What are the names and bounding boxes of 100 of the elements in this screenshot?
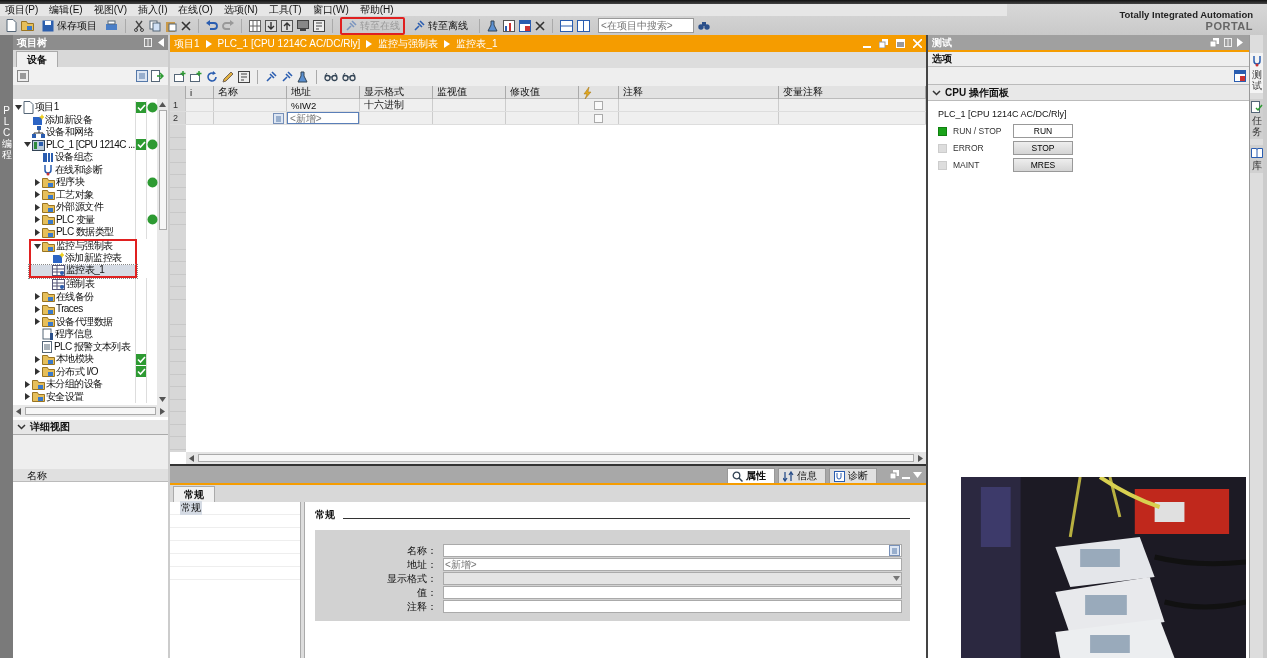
pencil-icon[interactable] (222, 71, 234, 83)
chart-icon[interactable] (503, 19, 515, 32)
tree-item[interactable]: 未分组的设备 (13, 378, 157, 391)
vertical-split-icon[interactable] (577, 19, 590, 32)
toolbar-button[interactable]: 保存项目 (38, 16, 101, 35)
tree-item[interactable]: PLC 报警文本列表 (13, 340, 157, 353)
copy-icon[interactable] (149, 19, 161, 32)
input-field[interactable] (443, 586, 902, 599)
menu-item[interactable]: 视图(V) (93, 4, 128, 16)
binoculars-icon[interactable] (698, 20, 710, 31)
window-icon[interactable] (519, 19, 531, 32)
tree-item[interactable]: Traces (13, 303, 157, 316)
table-cell[interactable]: 十六进制 (360, 99, 433, 111)
section-header[interactable]: CPU 操作面板 (928, 85, 1249, 101)
menu-item[interactable]: 项目(P) (5, 4, 39, 16)
menu-item[interactable]: 选项(N) (223, 4, 258, 16)
flask-icon[interactable] (297, 71, 309, 83)
table-view-icon[interactable] (136, 70, 148, 82)
add-row-icon[interactable] (190, 71, 202, 83)
down-arrow-icon[interactable] (159, 397, 166, 402)
input-field[interactable] (443, 600, 902, 613)
grid-icon[interactable] (249, 19, 261, 32)
search-field[interactable]: <在项目中搜索> (598, 18, 694, 33)
tab[interactable]: 诊断 (829, 468, 877, 483)
vertical-scrollbar[interactable] (157, 99, 168, 405)
card-icon[interactable] (313, 19, 325, 32)
tree-item[interactable]: PLC 数据类型 (13, 226, 157, 239)
glasses-icon[interactable] (342, 72, 356, 82)
horizontal-scrollbar[interactable] (13, 405, 168, 417)
tree-item[interactable]: 安全设置 (13, 390, 157, 403)
menu-item[interactable]: 窗口(W) (312, 4, 349, 16)
checkbox[interactable] (594, 113, 603, 123)
table-cell[interactable]: %IW2 (287, 99, 360, 111)
expanded-arrow-icon[interactable] (15, 103, 22, 111)
card-icon[interactable] (238, 71, 250, 83)
tree-item[interactable]: 程序信息 (13, 328, 157, 341)
side-tab[interactable]: PLC 编程 (0, 35, 13, 658)
list-icon[interactable] (889, 545, 900, 556)
download-icon[interactable] (265, 19, 277, 32)
tree-item[interactable]: 监控表_1 (29, 264, 137, 278)
tab[interactable]: 信息 (778, 468, 826, 483)
menu-item[interactable]: 在线(O) (178, 4, 213, 16)
left-arrow-icon[interactable] (189, 454, 194, 462)
document-icon[interactable] (6, 19, 17, 32)
tree-item[interactable]: 程序块 (13, 176, 157, 189)
input-field[interactable] (443, 544, 902, 557)
mode-button[interactable]: STOP (1013, 141, 1073, 155)
chevron-down-icon[interactable] (17, 424, 26, 430)
restore-icon[interactable] (890, 470, 899, 479)
tree-item[interactable]: 本地模块 (13, 353, 157, 366)
upload-icon[interactable] (281, 19, 293, 32)
checkbox[interactable] (594, 100, 603, 110)
scissors-icon[interactable] (133, 19, 145, 32)
input-field[interactable]: <新增> (287, 112, 359, 124)
tab[interactable]: 设备 (16, 51, 58, 67)
up-arrow-icon[interactable] (159, 102, 166, 107)
horizontal-scrollbar[interactable] (186, 452, 926, 464)
horizontal-split-icon[interactable] (560, 19, 573, 32)
input-field[interactable]: <新增> (443, 558, 902, 571)
side-tab[interactable]: 测试 (1250, 53, 1263, 93)
printer-icon[interactable] (105, 19, 118, 32)
pane-icon[interactable] (144, 38, 152, 47)
undo-icon[interactable] (206, 20, 218, 31)
tree-item[interactable]: 强制表 (13, 278, 157, 291)
device-icon[interactable] (17, 70, 29, 82)
cross-icon[interactable] (535, 20, 545, 31)
menu-item[interactable]: 插入(I) (138, 4, 168, 16)
expanded-arrow-icon[interactable] (34, 242, 41, 250)
clipboard-icon[interactable] (165, 19, 177, 32)
tree-item[interactable]: 工艺对象 (13, 188, 157, 201)
expanded-arrow-icon[interactable] (24, 141, 31, 149)
restore-icon[interactable] (1210, 38, 1219, 47)
collapse-icon[interactable] (158, 38, 164, 47)
menu-item[interactable]: 帮助(H) (359, 4, 394, 16)
screen-icon[interactable] (297, 19, 309, 32)
tab[interactable]: 常规 (173, 486, 215, 502)
add-row-icon[interactable] (174, 71, 186, 83)
cross-icon[interactable] (181, 20, 191, 31)
right-arrow-icon[interactable] (918, 454, 923, 462)
import-icon[interactable] (151, 70, 164, 82)
tree-item[interactable]: PLC_1 [CPU 1214C ... (13, 138, 157, 151)
tab[interactable]: 属性 (727, 468, 775, 483)
right-arrow-icon[interactable] (160, 407, 165, 415)
side-tab[interactable]: 任务 (1250, 99, 1263, 139)
toolbar-button[interactable]: 转至离线 (409, 16, 472, 35)
mode-button[interactable]: RUN (1013, 124, 1073, 138)
restore-icon[interactable] (879, 39, 888, 48)
side-tab[interactable]: 库 (1250, 145, 1263, 173)
tree-item[interactable]: 外部源文件 (13, 201, 157, 214)
glasses-icon[interactable] (324, 72, 338, 82)
window-icon[interactable] (1234, 69, 1246, 82)
tree-item[interactable]: 项目1 (13, 101, 157, 114)
menu-item[interactable]: 工具(T) (268, 4, 302, 16)
nav-item[interactable]: 常规 (180, 501, 202, 515)
list-icon[interactable] (273, 112, 284, 124)
tree-item[interactable]: PLC 变量 (13, 213, 157, 226)
maximize-icon[interactable] (896, 39, 905, 48)
folder-icon[interactable] (21, 20, 34, 31)
left-arrow-icon[interactable] (16, 407, 21, 415)
refresh-icon[interactable] (206, 71, 218, 83)
